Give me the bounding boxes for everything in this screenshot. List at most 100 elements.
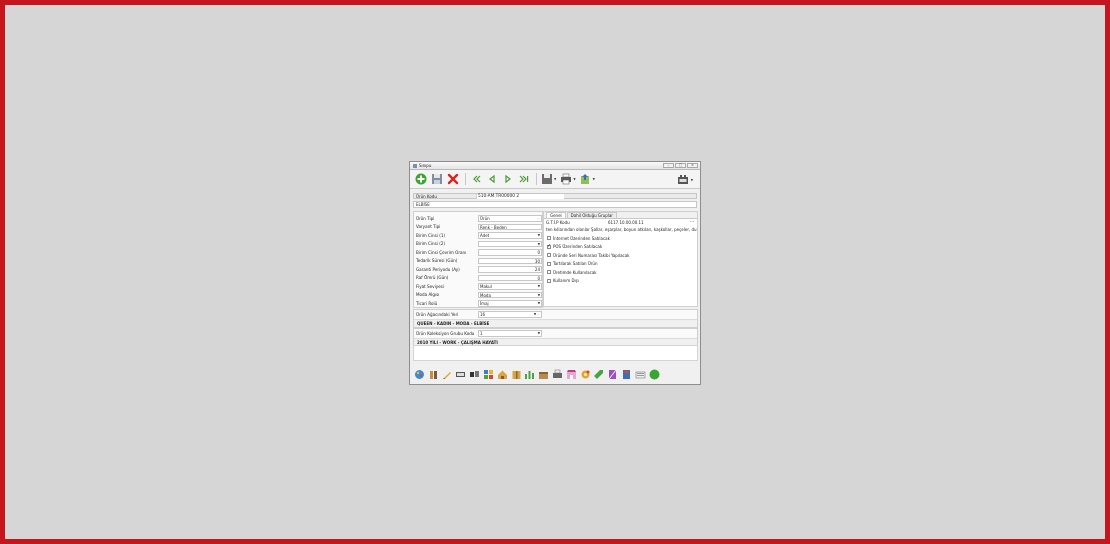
checkbox[interactable] <box>547 253 551 258</box>
last-record-button[interactable] <box>517 173 530 186</box>
previous-record-button[interactable] <box>485 173 498 186</box>
tab-groups[interactable]: Dahil Olduğu Gruplar <box>566 212 617 218</box>
checkbox-serial-tracking[interactable]: Üründe Seri Numarası Takibi Yapılacak <box>544 251 697 260</box>
settings-button[interactable] <box>580 369 591 380</box>
export-icon <box>581 174 590 184</box>
toolbar-separator <box>465 173 466 185</box>
product-type-combo[interactable]: Ürün ··· <box>478 215 542 222</box>
grid-button[interactable] <box>483 369 494 380</box>
gtip-description: ten kıllarından olanlar Şallar, eşarplar… <box>546 227 697 232</box>
field-row: Varyant Tipi Renk - Beden <box>414 223 542 232</box>
minimize-button[interactable]: – <box>663 163 674 168</box>
variant-type-input[interactable]: Renk - Beden <box>478 223 542 230</box>
first-record-button[interactable] <box>469 173 482 186</box>
close-button[interactable]: × <box>687 163 698 168</box>
document-button[interactable] <box>607 369 618 380</box>
shelf-life-input[interactable]: 0 <box>478 274 542 281</box>
save-button[interactable] <box>430 173 443 186</box>
checkbox-label: Üründe Seri Numarası Takibi Yapılacak <box>553 252 630 258</box>
supply-time-input[interactable]: 30 <box>478 257 542 264</box>
package-button[interactable] <box>511 369 522 380</box>
field-row: Moda Algısı Moda ▼ <box>414 291 542 300</box>
field-row: Birim Cinsi (1) Adet ▼ <box>414 231 542 240</box>
collection-label: Ürün Koleksiyon Grubu Kodu <box>416 330 475 336</box>
field-row: Fiyat Seviyesi Makul ▼ <box>414 282 542 291</box>
clothing-button[interactable] <box>428 369 439 380</box>
unit-conversion-input[interactable]: 0 <box>478 249 542 256</box>
field-row: Ticari Rolü İmaj ▼ <box>414 299 542 308</box>
book-icon <box>622 369 630 379</box>
checkbox[interactable] <box>547 243 551 249</box>
chevron-down-icon[interactable]: ▼ <box>538 233 540 238</box>
checkbox-used-in-production[interactable]: Üretimde Kullanılacak <box>544 268 697 277</box>
export-button[interactable] <box>579 173 592 186</box>
more-dots-icon[interactable]: ··· <box>690 219 694 224</box>
warranty-period-input[interactable]: 24 <box>478 266 542 273</box>
unit-2-select[interactable]: ▼ <box>478 240 542 247</box>
checkbox[interactable] <box>547 236 551 241</box>
chevron-down-icon[interactable]: ▼ <box>538 284 540 289</box>
keyboard-button[interactable] <box>635 369 646 380</box>
barcode-button[interactable] <box>455 369 466 380</box>
tag-button[interactable] <box>593 369 604 380</box>
chevron-down-icon[interactable]: ▼ <box>538 293 540 298</box>
product-code-label: Ürün Kodu <box>416 193 437 199</box>
checkbox[interactable] <box>547 270 551 275</box>
print-button[interactable] <box>559 173 572 186</box>
price-level-select[interactable]: Makul ▼ <box>478 283 542 290</box>
book-button[interactable] <box>621 369 632 380</box>
chevron-down-icon[interactable]: ▼ <box>554 177 556 181</box>
chevron-down-icon[interactable]: ▼ <box>538 242 540 247</box>
product-tree-group: Ürün Ağacındaki Yeri 16 ▼ ··· QUEEN - KAD… <box>413 309 698 328</box>
printer-icon <box>552 369 562 378</box>
checkbox-internet-sale[interactable]: İnternet Üzerinden Satılacak <box>544 234 697 243</box>
maximize-button[interactable]: □ <box>675 163 686 168</box>
status-button[interactable] <box>649 369 660 380</box>
delete-x-icon <box>447 173 458 185</box>
unit-1-select[interactable]: Adet ▼ <box>478 232 542 239</box>
shop-button[interactable] <box>566 369 577 380</box>
next-icon <box>504 174 511 184</box>
scanner-button[interactable] <box>469 369 480 380</box>
commercial-role-select[interactable]: İmaj ▼ <box>478 300 542 307</box>
next-record-button[interactable] <box>501 173 514 186</box>
checkbox[interactable] <box>547 278 551 283</box>
field-row: Birim Cinsi (2) ▼ <box>414 240 542 249</box>
tab-general[interactable]: Genel <box>546 212 566 218</box>
gtip-value[interactable]: 6117.10.00.00.11 <box>608 220 644 225</box>
chevron-down-icon[interactable]: ▼ <box>593 177 595 181</box>
warehouse-button[interactable] <box>497 369 508 380</box>
product-description-input[interactable]: ELBİSE <box>413 201 697 208</box>
box-icon <box>539 371 549 379</box>
product-code-input[interactable]: 510-AM.TR00000 2 <box>476 193 564 199</box>
box-button[interactable] <box>538 369 549 380</box>
collection-select[interactable]: 1 ▼ <box>478 330 542 337</box>
field-label: Ticari Rolü <box>416 300 438 306</box>
checkbox-sold-by-weight[interactable]: Tartılarak Satılan Ürün <box>544 260 697 269</box>
save-as-button[interactable] <box>540 173 553 186</box>
printer-barcode-button[interactable] <box>552 369 563 380</box>
palette-button[interactable] <box>414 369 425 380</box>
checkbox-out-of-use[interactable]: Kullanım Dışı <box>544 277 697 286</box>
checkbox-label: Üretimde Kullanılacak <box>553 269 597 275</box>
chart-button[interactable] <box>524 369 535 380</box>
delete-button[interactable] <box>446 173 459 186</box>
field-label: Birim Cinsi Çevrim Oranı <box>416 249 467 255</box>
checkbox[interactable] <box>547 261 551 266</box>
chevron-down-icon[interactable]: ▼ <box>691 178 693 182</box>
fashion-perception-select[interactable]: Moda ▼ <box>478 291 542 298</box>
bottom-toolbar <box>410 364 700 384</box>
edit-button[interactable] <box>442 369 453 380</box>
tools-button[interactable] <box>677 173 690 186</box>
floppy-icon <box>431 174 442 184</box>
field-row: Birim Cinsi Çevrim Oranı 0 <box>414 248 542 257</box>
chevron-down-icon[interactable]: ▼ ··· <box>534 312 540 317</box>
add-button[interactable] <box>414 173 427 186</box>
more-dots-icon[interactable]: ··· <box>537 216 540 221</box>
chevron-down-icon[interactable]: ▼ <box>573 177 575 181</box>
chevron-down-icon[interactable]: ▼ <box>538 301 540 306</box>
checkbox-pos-sale[interactable]: POS Üzerinden Satılacak <box>544 243 697 252</box>
field-label: Varyant Tipi <box>416 224 441 230</box>
chevron-down-icon[interactable]: ▼ <box>538 331 540 336</box>
tree-position-select[interactable]: 16 ▼ ··· <box>478 311 542 318</box>
